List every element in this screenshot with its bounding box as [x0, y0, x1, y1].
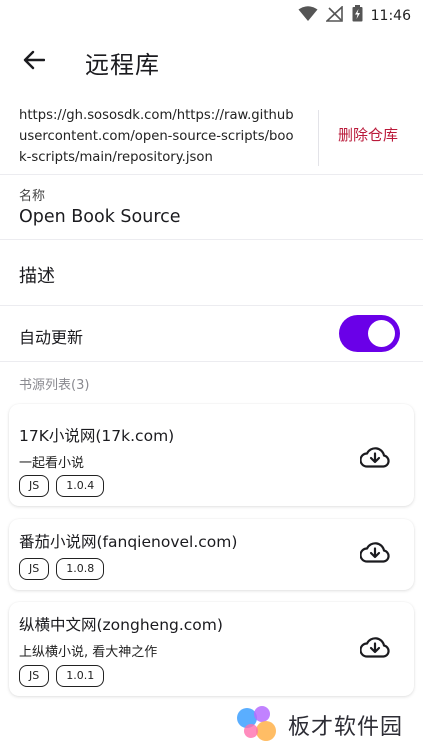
cloud-download-icon	[359, 446, 390, 472]
repo-description-row[interactable]: 描述	[0, 240, 423, 305]
repo-name-row: 名称 Open Book Source	[0, 175, 423, 239]
divider	[318, 110, 319, 166]
watermark: 板才软件园	[236, 705, 403, 745]
version-tag: 1.0.1	[56, 665, 105, 687]
lang-tag: JS	[19, 475, 50, 497]
description-label: 描述	[19, 266, 55, 287]
battery-icon	[352, 5, 363, 26]
back-button[interactable]	[14, 42, 54, 82]
cloud-download-icon	[359, 541, 390, 567]
repo-url-row: https://gh.sososdk.com/https://raw.githu…	[0, 100, 423, 174]
cloud-download-icon	[359, 636, 390, 662]
version-tag: 1.0.8	[56, 558, 105, 580]
download-button[interactable]	[358, 539, 392, 569]
download-button[interactable]	[358, 444, 392, 474]
source-card[interactable]: 纵横中文网(zongheng.com) 上纵横小说, 看大神之作 JS 1.0.…	[9, 602, 414, 696]
version-tag: 1.0.4	[56, 475, 105, 497]
source-card[interactable]: 番茄小说网(fanqienovel.com) JS 1.0.8	[9, 519, 414, 590]
name-label: 名称	[19, 189, 46, 204]
source-card[interactable]: 17K小说网(17k.com) 一起看小说 JS 1.0.4	[9, 404, 414, 506]
source-tags: JS 1.0.8	[19, 558, 105, 580]
repo-url: https://gh.sososdk.com/https://raw.githu…	[19, 108, 294, 165]
toggle-knob	[368, 320, 395, 347]
source-tags: JS 1.0.1	[19, 665, 105, 687]
name-value: Open Book Source	[19, 207, 181, 227]
download-button[interactable]	[358, 634, 392, 664]
source-description: 上纵横小说, 看大神之作	[19, 645, 158, 660]
page-title: 远程库	[85, 50, 160, 79]
divider	[0, 361, 423, 362]
delete-repo-button[interactable]: 删除仓库	[338, 124, 398, 145]
status-icons: 11:46	[298, 4, 411, 26]
lang-tag: JS	[19, 665, 50, 687]
auto-update-toggle[interactable]	[339, 315, 400, 352]
watermark-logo-icon	[236, 703, 280, 747]
watermark-text: 板才软件园	[288, 715, 404, 740]
arrow-left-icon	[23, 50, 46, 74]
wifi-icon	[298, 5, 318, 26]
signal-icon	[324, 4, 344, 26]
lang-tag: JS	[19, 558, 50, 580]
source-title: 番茄小说网(fanqienovel.com)	[19, 533, 238, 551]
source-list-title: 书源列表(3)	[19, 378, 90, 393]
source-title: 17K小说网(17k.com)	[19, 427, 175, 445]
source-tags: JS 1.0.4	[19, 475, 105, 497]
status-bar: 11:46	[0, 0, 423, 30]
source-title: 纵横中文网(zongheng.com)	[19, 616, 223, 634]
status-time: 11:46	[370, 7, 411, 24]
source-description: 一起看小说	[19, 456, 85, 471]
app-bar: 远程库	[0, 30, 423, 94]
auto-update-row: 自动更新	[0, 306, 423, 362]
auto-update-label: 自动更新	[19, 328, 84, 347]
